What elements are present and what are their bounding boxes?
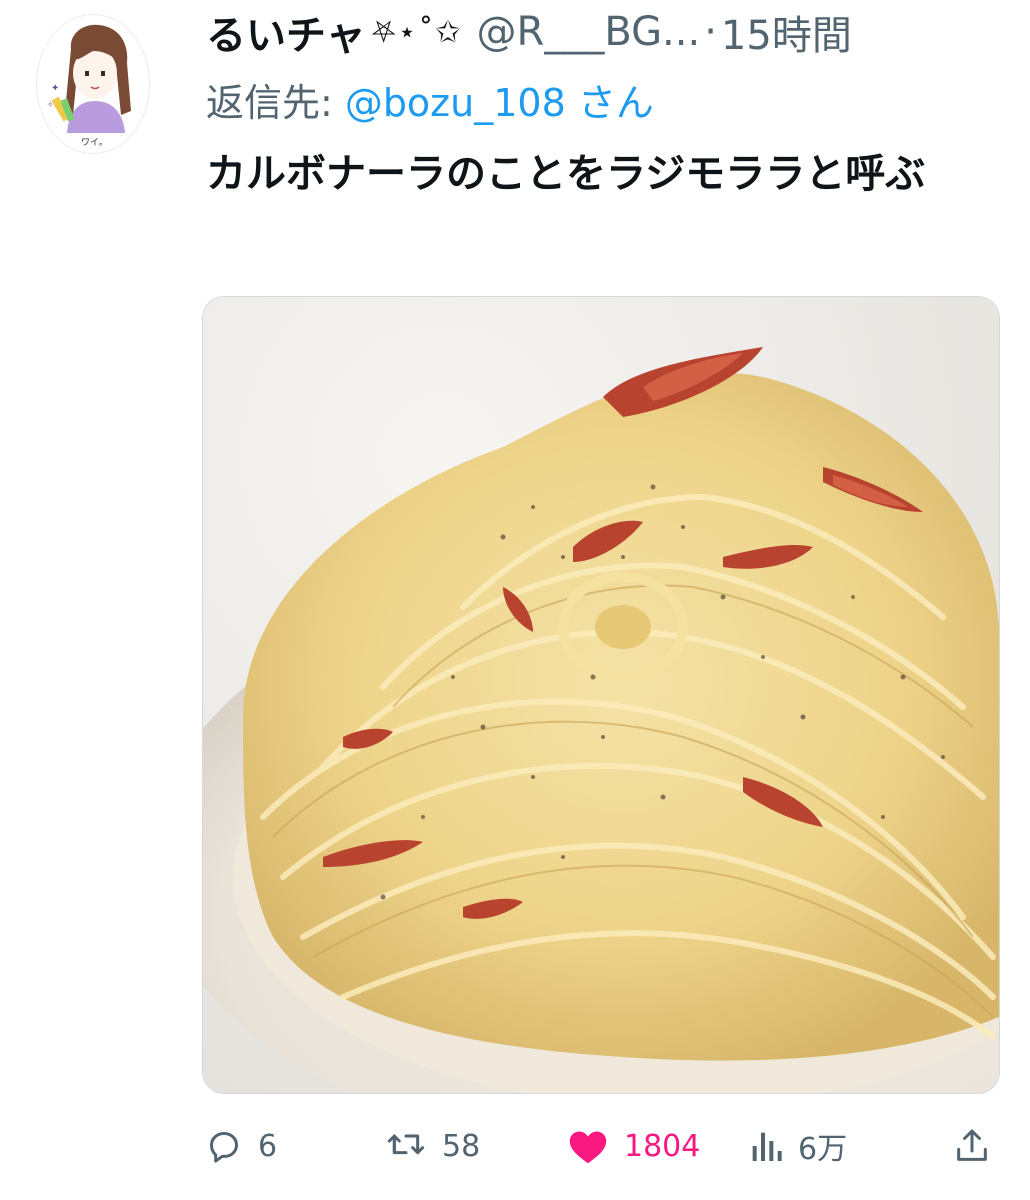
carbonara-photo [203,297,999,1093]
reply-to: 返信先: @bozu_108 さん [206,72,654,126]
retweet-button[interactable]: 58 [384,1118,480,1174]
reply-icon [204,1126,244,1166]
retweet-count: 58 [442,1128,481,1164]
avatar-caption: ワイ。 [81,138,108,148]
tweet-text: カルボナーラのことをラジモララと呼ぶ [206,151,926,197]
tweet-header: るいチャ ⛧⋆˚✩ @R___BG... · 15時間 [206,4,1006,60]
reply-to-handle-link[interactable]: @bozu_108 さん [345,72,654,127]
tweet-actions: 6 58 1804 6万 [200,1118,1000,1174]
reply-button[interactable]: 6 [204,1118,277,1174]
like-button[interactable]: 1804 [566,1118,700,1174]
name-decoration: ⛧⋆˚✩ [371,14,463,50]
views-icon [748,1126,784,1166]
tweet-photo[interactable] [202,296,1000,1094]
retweet-icon [384,1126,428,1166]
reply-to-label: 返信先: [206,80,333,125]
views-count: 6万 [798,1132,848,1167]
heart-icon [566,1126,610,1166]
share-button[interactable] [952,1118,992,1174]
like-count: 1804 [624,1128,701,1164]
avatar-illustration: ✦ ✧ ワイ。 [37,15,149,153]
user-handle[interactable]: @R___BG... [477,9,701,55]
svg-text:✦: ✦ [51,83,59,94]
tweet[interactable]: ✦ ✧ ワイ。 るいチャ ⛧⋆˚✩ @R___BG... · 15時間 返信先:… [0,0,1030,1200]
separator-dot: · [704,9,717,55]
views-button[interactable]: 6万 [748,1118,847,1174]
svg-text:✧: ✧ [47,100,54,109]
timestamp[interactable]: 15時間 [721,4,852,60]
share-icon [952,1126,992,1166]
user-avatar[interactable]: ✦ ✧ ワイ。 [36,14,150,154]
reply-count: 6 [258,1128,278,1164]
display-name[interactable]: るいチャ [206,4,366,60]
